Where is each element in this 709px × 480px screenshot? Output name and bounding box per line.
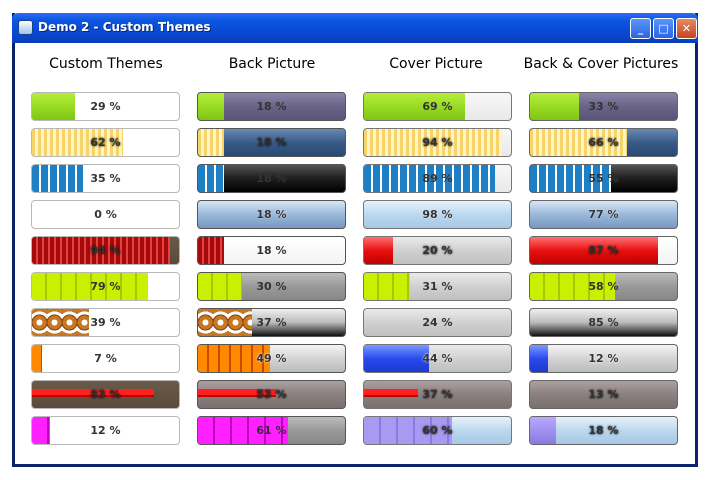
progress-label: 53 % — [256, 388, 287, 401]
progress-bar-back-and-cover-pictures-5: 87 % — [529, 236, 678, 265]
progress-bar-cover-picture-1: 69 % — [363, 92, 512, 121]
progress-bar-back-picture-7: 37 % — [197, 308, 346, 337]
progress-bar-custom-themes-7: 39 % — [31, 308, 180, 337]
maximize-icon: □ — [658, 22, 669, 35]
minimize-icon: _ — [637, 22, 644, 35]
progress-label: 30 % — [256, 280, 287, 293]
progress-label: 31 % — [422, 280, 453, 293]
progress-bar-custom-themes-9: 83 % — [31, 380, 180, 409]
progress-label: 37 % — [256, 316, 287, 329]
progress-bar-custom-themes-10: 12 % — [31, 416, 180, 445]
header-back-cover-pictures: Back & Cover Pictures — [523, 56, 679, 72]
maximize-button[interactable]: □ — [653, 18, 674, 39]
progress-label: 18 % — [256, 244, 287, 257]
progress-label: 18 % — [588, 424, 619, 437]
progress-label: 49 % — [256, 352, 287, 365]
progress-label: 33 % — [588, 100, 619, 113]
progress-label: 62 % — [90, 136, 121, 149]
progress-bar-back-and-cover-pictures-7: 85 % — [529, 308, 678, 337]
progress-label: 18 % — [256, 136, 287, 149]
progress-bar-back-picture-10: 61 % — [197, 416, 346, 445]
progress-bar-custom-themes-4: 0 % — [31, 200, 180, 229]
progress-bar-custom-themes-3: 35 % — [31, 164, 180, 193]
progress-label: 44 % — [422, 352, 453, 365]
progress-bar-cover-picture-10: 60 % — [363, 416, 512, 445]
progress-label: 60 % — [422, 424, 453, 437]
progress-bar-back-picture-9: 53 % — [197, 380, 346, 409]
progress-label: 29 % — [90, 100, 121, 113]
progress-bar-back-picture-5: 18 % — [197, 236, 346, 265]
progress-label: 69 % — [422, 100, 453, 113]
progress-label: 98 % — [422, 208, 453, 221]
progress-label: 89 % — [422, 172, 453, 185]
progress-bar-back-and-cover-pictures-10: 18 % — [529, 416, 678, 445]
minimize-button[interactable]: _ — [630, 18, 651, 39]
progress-label: 83 % — [90, 388, 121, 401]
progress-label: 24 % — [422, 316, 453, 329]
progress-bar-custom-themes-2: 62 % — [31, 128, 180, 157]
progress-bar-back-and-cover-pictures-1: 33 % — [529, 92, 678, 121]
progress-label: 18 % — [256, 172, 287, 185]
progress-bar-cover-picture-2: 94 % — [363, 128, 512, 157]
progress-label: 18 % — [256, 100, 287, 113]
close-button[interactable]: ✕ — [676, 18, 697, 39]
progress-label: 37 % — [422, 388, 453, 401]
progress-label: 39 % — [90, 316, 121, 329]
progress-bar-cover-picture-4: 98 % — [363, 200, 512, 229]
progress-label: 87 % — [588, 244, 619, 257]
progress-bar-custom-themes-1: 29 % — [31, 92, 180, 121]
progress-bar-back-and-cover-pictures-4: 77 % — [529, 200, 678, 229]
progress-label: 0 % — [94, 208, 117, 221]
title-bar[interactable]: Demo 2 - Custom Themes _ □ ✕ — [12, 13, 698, 43]
progress-label: 94 % — [422, 136, 453, 149]
progress-bar-custom-themes-5: 94 % — [31, 236, 180, 265]
progress-bar-back-and-cover-pictures-6: 58 % — [529, 272, 678, 301]
header-back-picture: Back Picture — [228, 56, 316, 72]
progress-label: 94 % — [90, 244, 121, 257]
progress-bar-cover-picture-3: 89 % — [363, 164, 512, 193]
progress-bar-cover-picture-5: 20 % — [363, 236, 512, 265]
progress-label: 61 % — [256, 424, 287, 437]
progress-label: 12 % — [588, 352, 619, 365]
progress-label: 35 % — [90, 172, 121, 185]
progress-bar-cover-picture-7: 24 % — [363, 308, 512, 337]
progress-bar-back-picture-8: 49 % — [197, 344, 346, 373]
progress-label: 13 % — [588, 388, 619, 401]
progress-bar-back-picture-6: 30 % — [197, 272, 346, 301]
app-icon — [18, 20, 33, 35]
progress-bar-cover-picture-9: 37 % — [363, 380, 512, 409]
progress-label: 77 % — [588, 208, 619, 221]
progress-bar-custom-themes-6: 79 % — [31, 272, 180, 301]
progress-bar-back-and-cover-pictures-3: 55 % — [529, 164, 678, 193]
progress-label: 20 % — [422, 244, 453, 257]
progress-bar-back-and-cover-pictures-8: 12 % — [529, 344, 678, 373]
progress-bar-cover-picture-6: 31 % — [363, 272, 512, 301]
progress-bar-back-picture-4: 18 % — [197, 200, 346, 229]
progress-label: 79 % — [90, 280, 121, 293]
progress-label: 85 % — [588, 316, 619, 329]
progress-label: 66 % — [588, 136, 619, 149]
progress-bar-back-and-cover-pictures-2: 66 % — [529, 128, 678, 157]
close-icon: ✕ — [681, 22, 692, 35]
progress-bar-back-and-cover-pictures-9: 13 % — [529, 380, 678, 409]
progress-bar-cover-picture-8: 44 % — [363, 344, 512, 373]
progress-label: 18 % — [256, 208, 287, 221]
progress-bar-back-picture-2: 18 % — [197, 128, 346, 157]
progress-bar-custom-themes-8: 7 % — [31, 344, 180, 373]
progress-label: 55 % — [588, 172, 619, 185]
progress-bar-back-picture-3: 18 % — [197, 164, 346, 193]
header-cover-picture: Cover Picture — [389, 56, 483, 72]
header-custom-themes: Custom Themes — [49, 56, 163, 72]
progress-label: 12 % — [90, 424, 121, 437]
progress-bar-back-picture-1: 18 % — [197, 92, 346, 121]
progress-label: 58 % — [588, 280, 619, 293]
progress-label: 7 % — [94, 352, 117, 365]
window-title: Demo 2 - Custom Themes — [38, 20, 211, 34]
